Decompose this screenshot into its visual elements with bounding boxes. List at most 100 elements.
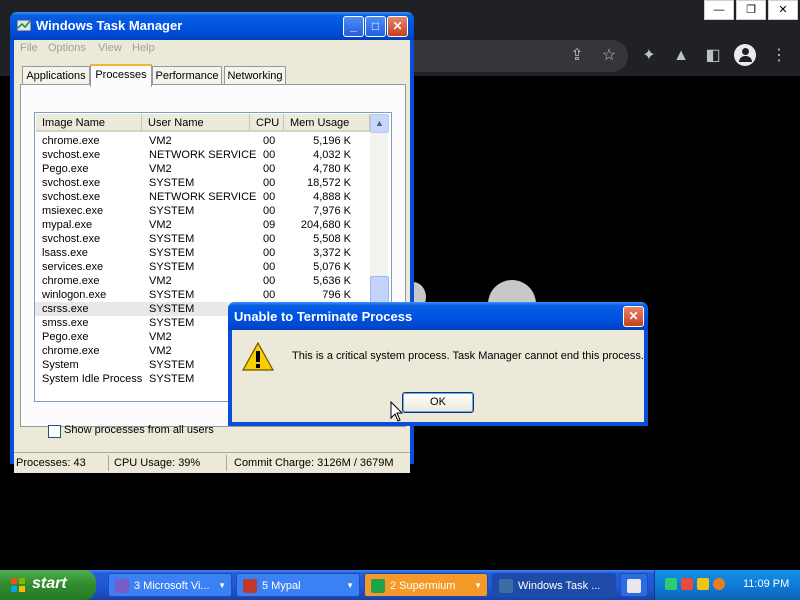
- taskbar-item-label: 3 Microsoft Vi...: [134, 580, 210, 592]
- table-row[interactable]: services.exe SYSTEM 00 5,076 K: [35, 260, 369, 274]
- visual-studio-icon: [115, 579, 129, 593]
- menu-help[interactable]: Help: [132, 42, 155, 54]
- process-image-name: mypal.exe: [42, 219, 93, 231]
- side-panel-icon[interactable]: ◧: [702, 46, 724, 66]
- extensions-icon[interactable]: ✦: [638, 46, 660, 66]
- task-manager-titlebar[interactable]: Windows Task Manager _ □ ✕: [10, 12, 414, 40]
- process-user-name: SYSTEM: [149, 317, 195, 329]
- process-cpu: 00: [263, 205, 276, 217]
- show-all-checkbox[interactable]: [48, 425, 61, 438]
- taskbar-item-task-manager[interactable]: Windows Task ...: [492, 573, 616, 597]
- table-row[interactable]: lsass.exe SYSTEM 00 3,372 K: [35, 246, 369, 260]
- process-mem-usage: 4,780 K: [313, 163, 351, 175]
- start-button[interactable]: start: [0, 570, 96, 600]
- lab-flask-icon[interactable]: ▲: [670, 46, 692, 66]
- tab-networking[interactable]: Networking: [224, 66, 286, 85]
- process-user-name: NETWORK SERVICE: [149, 191, 257, 203]
- menu-options[interactable]: Options: [48, 42, 86, 54]
- error-dialog: Unable to Terminate Process ✕ This is a …: [228, 302, 648, 426]
- ok-button[interactable]: OK: [402, 392, 474, 413]
- process-image-name: System: [42, 359, 79, 371]
- menu-view[interactable]: View: [98, 42, 122, 54]
- process-image-name: winlogon.exe: [42, 289, 107, 301]
- quick-launch-keyboard[interactable]: [620, 573, 648, 597]
- table-row[interactable]: chrome.exe VM2 00 5,636 K: [35, 274, 369, 288]
- process-mem-usage: 18,572 K: [306, 177, 351, 189]
- process-user-name: SYSTEM: [149, 289, 195, 301]
- process-cpu: 00: [263, 289, 276, 301]
- keyboard-icon: [627, 579, 641, 593]
- taskbar-item-mypal[interactable]: 5 Mypal ▼: [236, 573, 360, 597]
- tab-performance[interactable]: Performance: [152, 66, 222, 85]
- process-user-name: SYSTEM: [149, 359, 195, 371]
- taskbar-item-label: 2 Supermium: [390, 580, 456, 592]
- process-image-name: csrss.exe: [42, 303, 89, 315]
- taskbar-item-supermium[interactable]: 2 Supermium ▼: [364, 573, 488, 597]
- menu-bar: File Options View Help: [14, 40, 410, 58]
- column-header-cpu[interactable]: CPU: [250, 114, 284, 132]
- process-user-name: SYSTEM: [149, 373, 195, 385]
- table-row[interactable]: winlogon.exe SYSTEM 00 796 K: [35, 288, 369, 302]
- minimize-button[interactable]: _: [343, 16, 364, 37]
- network-icon[interactable]: [665, 578, 677, 590]
- security-icon[interactable]: [681, 578, 693, 590]
- browser-restore-button[interactable]: ❐: [736, 0, 766, 20]
- share-icon[interactable]: ⇪: [566, 46, 588, 66]
- column-header-image-name[interactable]: Image Name: [36, 114, 142, 132]
- taskbar: start 3 Microsoft Vi... ▼ 5 Mypal ▼ 2 Su…: [0, 570, 800, 600]
- status-bar: Processes: 43 CPU Usage: 39% Commit Char…: [14, 452, 410, 473]
- profile-avatar-body: [739, 56, 752, 62]
- process-cpu: 00: [263, 233, 276, 245]
- task-manager-title: Windows Task Manager: [36, 18, 183, 33]
- warning-icon: [242, 342, 274, 371]
- dialog-title: Unable to Terminate Process: [234, 309, 413, 324]
- show-all-label: Show processes from all users: [64, 424, 214, 436]
- process-mem-usage: 5,196 K: [313, 135, 351, 147]
- process-user-name: SYSTEM: [149, 205, 195, 217]
- browser-address-bar[interactable]: [414, 40, 628, 72]
- menu-file[interactable]: File: [20, 42, 38, 54]
- process-mem-usage: 4,888 K: [313, 191, 351, 203]
- search-icon[interactable]: [713, 578, 725, 590]
- process-cpu: 00: [263, 247, 276, 259]
- mouse-cursor-icon: [390, 401, 404, 422]
- column-header-mem-usage[interactable]: Mem Usage: [284, 114, 370, 132]
- chevron-down-icon: ▼: [474, 581, 482, 590]
- taskbar-item-microsoft-visual[interactable]: 3 Microsoft Vi... ▼: [108, 573, 232, 597]
- column-header-user-name[interactable]: User Name: [142, 114, 250, 132]
- process-user-name: NETWORK SERVICE: [149, 149, 257, 161]
- table-row[interactable]: svchost.exe SYSTEM 00 5,508 K: [35, 232, 369, 246]
- clock[interactable]: 11:09 PM: [743, 578, 789, 590]
- process-mem-usage: 5,508 K: [313, 233, 351, 245]
- process-user-name: VM2: [149, 135, 172, 147]
- supermium-icon: [371, 579, 385, 593]
- browser-minimize-button[interactable]: —: [704, 0, 734, 20]
- scroll-up-button[interactable]: ▲: [370, 114, 389, 133]
- close-button[interactable]: ✕: [387, 16, 408, 37]
- table-row[interactable]: Pego.exe VM2 00 4,780 K: [35, 162, 369, 176]
- maximize-button[interactable]: □: [365, 16, 386, 37]
- task-manager-icon: [499, 579, 513, 593]
- update-icon[interactable]: [697, 578, 709, 590]
- table-row[interactable]: svchost.exe SYSTEM 00 18,572 K: [35, 176, 369, 190]
- table-row[interactable]: chrome.exe VM2 00 5,196 K: [35, 134, 369, 148]
- process-user-name: SYSTEM: [149, 177, 195, 189]
- table-row[interactable]: msiexec.exe SYSTEM 00 7,976 K: [35, 204, 369, 218]
- tab-processes[interactable]: Processes: [90, 64, 152, 87]
- tab-applications[interactable]: Applications: [22, 66, 90, 85]
- process-user-name: VM2: [149, 163, 172, 175]
- browser-menu-icon[interactable]: ⋮: [768, 46, 790, 66]
- browser-close-button[interactable]: ✕: [768, 0, 798, 20]
- status-divider: [226, 455, 227, 471]
- dialog-titlebar[interactable]: Unable to Terminate Process ✕: [228, 302, 648, 330]
- process-mem-usage: 5,076 K: [313, 261, 351, 273]
- chevron-down-icon: ▼: [346, 581, 354, 590]
- process-image-name: System Idle Process: [42, 373, 143, 385]
- table-row[interactable]: svchost.exe NETWORK SERVICE 00 4,888 K: [35, 190, 369, 204]
- table-row[interactable]: mypal.exe VM2 09 204,680 K: [35, 218, 369, 232]
- bookmark-star-icon[interactable]: ☆: [598, 46, 620, 66]
- process-cpu: 00: [263, 191, 276, 203]
- process-mem-usage: 3,372 K: [313, 247, 351, 259]
- table-row[interactable]: svchost.exe NETWORK SERVICE 00 4,032 K: [35, 148, 369, 162]
- dialog-close-button[interactable]: ✕: [623, 306, 644, 327]
